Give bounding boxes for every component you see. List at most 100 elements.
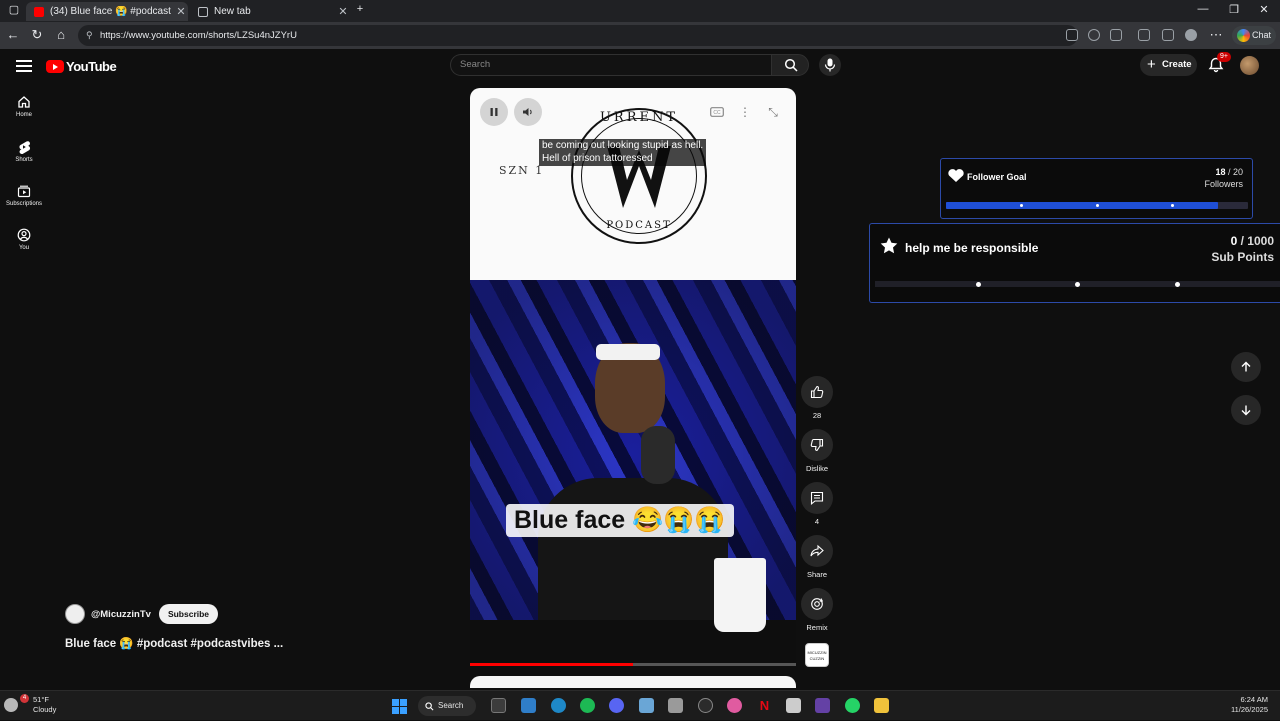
tab-actions-icon[interactable]: ▢: [2, 3, 26, 16]
sub-goal-title: help me be responsible: [905, 241, 1039, 255]
guide-item-shorts[interactable]: Shorts: [0, 140, 48, 163]
copilot-chat-button[interactable]: Chat: [1232, 26, 1276, 45]
favorites-icon[interactable]: [1162, 29, 1174, 41]
share-icon: [810, 544, 824, 557]
star-icon: [880, 237, 898, 254]
weather-desc: Cloudy: [33, 705, 57, 714]
video-overlay-text: Blue face 😂😭😭: [506, 504, 734, 537]
home-icon[interactable]: ⌂: [52, 27, 70, 42]
install-app-icon[interactable]: [1066, 29, 1078, 41]
channel-handle[interactable]: @MicuzzinTv: [91, 609, 151, 620]
task-view-icon[interactable]: [491, 698, 506, 713]
arrow-down-icon: [1241, 405, 1251, 416]
guide-item-label: Home: [15, 112, 32, 118]
tools-app-icon[interactable]: [668, 698, 683, 713]
voice-search-button[interactable]: [819, 54, 841, 76]
tab-title: New tab: [214, 6, 251, 17]
minimize-button[interactable]: —: [1191, 3, 1215, 15]
podcast-logo-bottom-text: PODCAST: [606, 220, 672, 231]
profile-icon[interactable]: [1185, 29, 1197, 41]
plus-icon: +: [1147, 56, 1156, 73]
shorts-video-player[interactable]: URRENT PODCAST SZN 1 CC ⋮ ⤡ be coming ou…: [470, 88, 796, 666]
zoom-icon[interactable]: [1088, 29, 1100, 41]
twitch-icon[interactable]: [815, 698, 830, 713]
weather-widget[interactable]: 4 51°F Cloudy: [0, 691, 70, 721]
follower-goal-widget: Follower Goal 18 / 20 Followers: [940, 158, 1253, 219]
share-button[interactable]: Share: [801, 535, 833, 579]
caption-line: be coming out looking stupid as hell.: [542, 140, 704, 151]
subscribe-button[interactable]: Subscribe: [158, 604, 219, 624]
comments-button[interactable]: 4: [801, 482, 833, 526]
whatsapp-icon[interactable]: [845, 698, 860, 713]
file-explorer-icon[interactable]: [874, 698, 889, 713]
create-button[interactable]: + Create: [1140, 54, 1197, 76]
tab-youtube[interactable]: (34) Blue face 😭 #podcast ✕: [26, 2, 188, 21]
obs-icon[interactable]: [698, 698, 713, 713]
volume-button[interactable]: [514, 98, 542, 126]
you-icon: [17, 228, 31, 242]
svg-text:CC: CC: [713, 110, 721, 116]
more-menu-icon[interactable]: ⋯: [1207, 27, 1225, 43]
chat-label: Chat: [1252, 30, 1272, 40]
window-close-button[interactable]: ✕: [1252, 3, 1276, 16]
music-app-icon[interactable]: [727, 698, 742, 713]
close-tab-icon[interactable]: ✕: [174, 5, 188, 18]
extension-icon[interactable]: [1138, 29, 1150, 41]
taskbar-search[interactable]: Search: [418, 696, 476, 716]
search-button[interactable]: [771, 54, 809, 76]
guide-item-you[interactable]: You: [0, 228, 48, 251]
guide-item-home[interactable]: Home: [0, 95, 48, 118]
sub-goal-target: / 1000: [1237, 234, 1274, 248]
like-button[interactable]: 28: [801, 376, 833, 420]
tab-new-tab[interactable]: New tab ✕: [190, 2, 350, 21]
pause-button[interactable]: [480, 98, 508, 126]
spotify-icon[interactable]: [580, 698, 595, 713]
bookmark-star-icon[interactable]: [1110, 29, 1122, 41]
captions-button[interactable]: CC: [706, 101, 728, 123]
search-placeholder: Search: [460, 59, 491, 70]
video-progress-fill: [470, 663, 633, 666]
edge-browser-icon[interactable]: [551, 698, 566, 713]
video-progress-bar[interactable]: [470, 663, 796, 666]
address-bar[interactable]: ⚲ https://www.youtube.com/shorts/LZSu4nJ…: [78, 25, 1078, 46]
next-short-preview[interactable]: [470, 676, 796, 688]
channel-avatar[interactable]: [65, 604, 85, 624]
netflix-icon[interactable]: N: [757, 698, 772, 713]
subscriptions-icon: [17, 185, 31, 198]
new-tab-button[interactable]: +: [348, 3, 372, 15]
browser-tab-strip: ▢ (34) Blue face 😭 #podcast ✕ New tab ✕ …: [0, 0, 1280, 22]
youtube-logo[interactable]: YouTube: [46, 59, 117, 74]
system-clock[interactable]: 6:24 AM 11/26/2025: [1222, 695, 1268, 715]
home-icon: [18, 96, 30, 108]
like-count: 28: [812, 411, 822, 420]
search-input[interactable]: Search: [450, 54, 771, 76]
windows-start-icon[interactable]: [392, 699, 407, 714]
windows-taskbar: 4 51°F Cloudy Search N 6:24 AM 11/26/202…: [0, 690, 1280, 720]
discord-icon[interactable]: [609, 698, 624, 713]
files-app-icon[interactable]: [521, 698, 536, 713]
site-info-icon[interactable]: ⚲: [86, 25, 93, 46]
account-avatar[interactable]: [1240, 56, 1259, 75]
paint-app-icon[interactable]: [639, 698, 654, 713]
reload-icon[interactable]: ↻: [28, 27, 46, 43]
thumbs-up-icon: [810, 385, 824, 399]
sound-thumbnail[interactable]: MICUZZIN CUZZIN: [805, 643, 829, 667]
guide-item-subscriptions[interactable]: Subscriptions: [0, 184, 48, 207]
back-arrow-icon[interactable]: ←: [4, 27, 22, 42]
clock-time: 6:24 AM: [1240, 695, 1268, 704]
maximize-button[interactable]: ❐: [1222, 3, 1246, 16]
microphone-icon: [824, 58, 836, 72]
more-options-icon[interactable]: ⋮: [734, 101, 756, 123]
fullscreen-icon[interactable]: ⤡: [762, 101, 784, 123]
next-short-button[interactable]: [1231, 395, 1261, 425]
arrow-up-icon: [1241, 361, 1251, 372]
cloud-icon: [4, 698, 18, 712]
previous-short-button[interactable]: [1231, 352, 1261, 382]
dislike-button[interactable]: Dislike: [801, 429, 833, 473]
guide-menu-icon[interactable]: [16, 58, 32, 74]
follower-goal-count: 18 / 20 Followers: [1204, 166, 1243, 190]
gmail-icon[interactable]: [786, 698, 801, 713]
podcast-logo-top-text: URRENT: [599, 110, 679, 125]
remix-button[interactable]: Remix: [801, 588, 833, 632]
video-title[interactable]: Blue face 😭 #podcast #podcastvibes ...: [65, 636, 283, 650]
